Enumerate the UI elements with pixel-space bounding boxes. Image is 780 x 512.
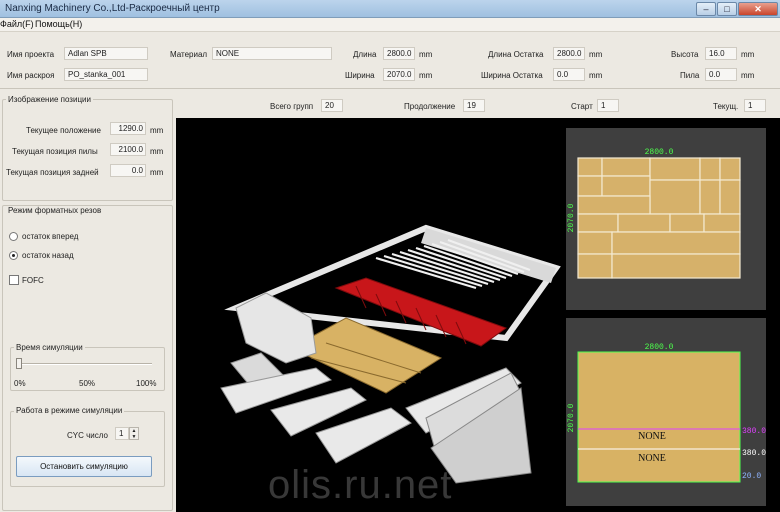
sim-tick-100: 100% [136,379,157,388]
bot-width-dim: 2800.0 [645,343,674,352]
strip1-label: NONE [638,431,666,442]
rem-length-field[interactable]: 2800.0 [553,47,585,60]
project-label: Имя проекта [7,50,55,59]
menu-bar: Файл(F) Помощь(H) [0,18,780,32]
length-field[interactable]: 2800.0 [383,47,415,60]
sim-slider-thumb[interactable] [16,358,22,369]
current-strip-svg: NONE NONE 2800.0 2070.0 380.0 380.0 20.0 [567,343,766,483]
radio-backward-label: остаток назад [22,251,74,260]
current-position-field[interactable]: 1290.0 [110,122,146,135]
cyc-spinner[interactable]: ▲ ▼ [129,427,139,440]
rear-position-unit: mm [150,168,164,177]
rem-width-unit: mm [589,71,603,80]
radio-forward-label: остаток вперед [22,232,79,241]
rem-width-label: Ширина Остатка [481,71,543,80]
rem-width-field[interactable]: 0.0 [553,68,585,81]
menu-help[interactable]: Помощь(H) [35,19,82,29]
position-group-title: Изображение позиции [6,95,93,104]
height-unit: mm [741,50,755,59]
minimize-button[interactable]: – [696,2,716,16]
length-label: Длина [353,50,377,59]
sim-tick-50: 50% [79,379,96,388]
saw-position-field[interactable]: 2100.0 [110,143,146,156]
width-unit: mm [419,71,433,80]
sim-slider-track[interactable] [18,363,152,365]
total-groups-label: Всего групп [270,102,314,111]
saw-housing [235,292,317,364]
rem-length-unit: mm [589,50,603,59]
current-strip-preview[interactable]: NONE NONE 2800.0 2070.0 380.0 380.0 20.0 [566,318,766,506]
sim-time-title: Время симуляции [14,343,85,352]
cutting-layout-svg: 2800.0 2070.0 [567,148,741,279]
saw-position-unit: mm [150,147,164,156]
saw-unit: mm [741,71,755,80]
sim-tick-0: 0% [14,379,26,388]
stop-simulation-button[interactable]: Остановить симуляцию [16,456,152,477]
close-button[interactable]: ✕ [738,2,778,16]
cyc-label: CYC число [67,431,108,440]
rem-length-label: Длина Остатка [488,50,544,59]
current-field[interactable]: 1 [744,99,766,112]
parameters-panel: Имя проекта Adlan SPB Имя раскроя PO_sta… [0,33,780,89]
radio-backward[interactable] [9,251,18,260]
start-label: Старт [571,102,593,111]
left-panel: Изображение позиции Текущее положение 12… [0,93,175,512]
fofc-label: FOFC [22,276,44,285]
cutting-label: Имя раскроя [7,71,55,80]
project-field[interactable]: Adlan SPB [64,47,148,60]
width-label: Ширина [345,71,375,80]
top-width-dim: 2800.0 [645,148,674,157]
continue-label: Продолжение [404,102,456,111]
material-field[interactable]: NONE [212,47,332,60]
rear-position-label: Текущая позиция задней [6,168,99,177]
saw-label: Пила [680,71,700,80]
radio-forward[interactable] [9,232,18,241]
cutting-field[interactable]: PO_stanka_001 [64,68,148,81]
strip2-label: NONE [638,453,666,464]
mode-group-title: Режим форматных резов [6,206,104,215]
saw-position-label: Текущая позиция пилы [12,147,98,156]
continue-field[interactable]: 19 [463,99,485,112]
width-field[interactable]: 2070.0 [383,68,415,81]
sim-work-title: Работа в режиме симуляции [14,406,125,415]
dim-b: 380.0 [742,449,766,458]
height-label: Высота [671,50,699,59]
menu-file[interactable]: Файл(F) [0,19,34,29]
watermark: olis.ru.net [268,463,453,507]
rear-position-field[interactable]: 0.0 [110,164,146,177]
cutting-layout-preview[interactable]: 2800.0 2070.0 [566,128,766,310]
group-bar: Всего групп 20 Продолжение 19 Старт 1 Те… [176,93,780,117]
title-bar: Nanxing Machinery Co.,Ltd-Раскроечный це… [0,0,780,18]
cyc-field[interactable]: 1 [115,427,129,440]
material-label: Материал [170,50,208,59]
bot-height-dim: 2070.0 [567,403,576,432]
current-position-unit: mm [150,126,164,135]
maximize-button[interactable]: □ [717,2,737,16]
total-groups-field[interactable]: 20 [321,99,343,112]
top-height-dim: 2070.0 [567,203,576,232]
current-label: Текущ. [713,102,739,111]
fofc-checkbox[interactable] [9,275,19,285]
saw-field[interactable]: 0.0 [705,68,737,81]
length-unit: mm [419,50,433,59]
dim-c: 20.0 [742,472,761,481]
height-field[interactable]: 16.0 [705,47,737,60]
start-field[interactable]: 1 [597,99,619,112]
cut-pieces [577,157,741,279]
window-title: Nanxing Machinery Co.,Ltd-Раскроечный це… [5,3,220,14]
dim-a: 380.0 [742,427,766,436]
current-position-label: Текущее положение [26,126,101,135]
